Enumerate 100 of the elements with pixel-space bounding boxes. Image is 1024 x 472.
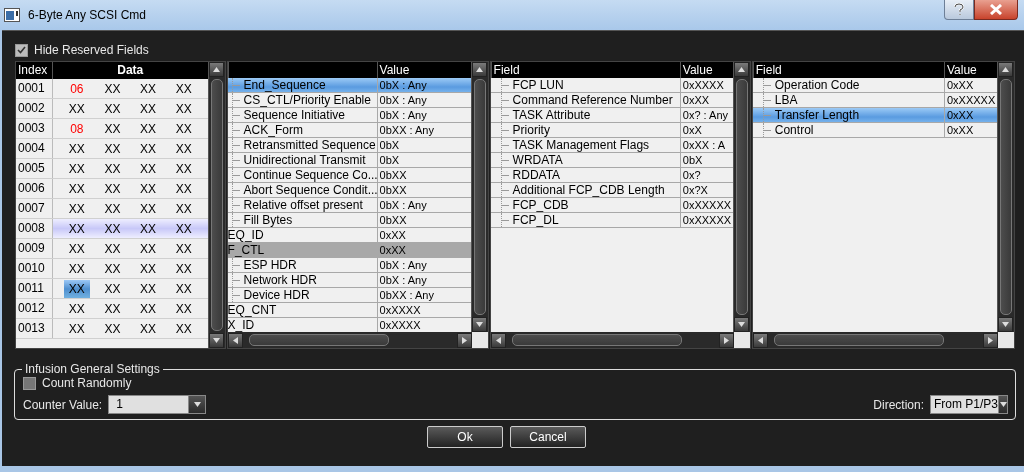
data-cell[interactable]: XX (99, 239, 126, 258)
tree-row[interactable]: Sequence Initiative 0bX : Any (227, 108, 471, 123)
data-cell[interactable]: XX (170, 99, 197, 118)
counter-value-combo[interactable]: 1 (108, 395, 207, 414)
tree-row[interactable]: FCP_DL 0xXXXXX (490, 213, 733, 228)
data-cell[interactable]: XX (99, 79, 126, 98)
tree-row[interactable]: Relative offset present 0bX : Any (227, 198, 471, 213)
help-button[interactable] (944, 0, 974, 20)
data-cell[interactable]: 08 (63, 119, 90, 138)
data-cell[interactable]: XX (170, 79, 197, 98)
tree-row[interactable]: WRDATA 0bX (490, 153, 733, 168)
tree-row[interactable]: Operation Code 0xXX (752, 78, 997, 93)
data-cell[interactable]: XX (170, 239, 197, 258)
ok-button[interactable]: Ok (427, 426, 503, 448)
tree-row[interactable]: Unidirectional Transmit 0bX (227, 153, 471, 168)
data-cell[interactable]: XX (135, 259, 162, 278)
horizontal-scrollbar[interactable] (752, 332, 998, 348)
data-cell[interactable]: XX (99, 139, 126, 158)
data-cell[interactable]: XX (135, 159, 162, 178)
data-cell[interactable]: XX (170, 219, 197, 238)
tree-row[interactable]: Abort Sequence Condit...0bXX (227, 183, 471, 198)
data-cell[interactable]: XX (99, 199, 126, 218)
cancel-button[interactable]: Cancel (510, 426, 586, 448)
direction-combo[interactable]: From P1/P3 (930, 395, 1008, 414)
tree-row[interactable]: EQ_CNT 0xXXXX (227, 303, 471, 318)
tree-row[interactable]: Device HDR 0bXX : Any (227, 288, 471, 303)
data-cell[interactable]: XX (135, 199, 162, 218)
data-cell[interactable]: XX (99, 259, 126, 278)
tree-row[interactable]: Additional FCP_CDB Length 0x?X (490, 183, 733, 198)
scroll-thumb[interactable] (210, 79, 223, 331)
data-cell[interactable]: XX (135, 239, 162, 258)
tree-row[interactable]: FCP LUN 0xXXXX (490, 78, 733, 93)
tree-row[interactable]: Retransmitted Sequence 0bX (227, 138, 471, 153)
data-cell[interactable]: XX (99, 299, 126, 318)
tree-row[interactable]: Continue Sequence Co...0bXX (227, 168, 471, 183)
horizontal-scrollbar[interactable] (490, 332, 734, 348)
tree-row[interactable]: ESP HDR 0bX : Any (227, 258, 471, 273)
data-cell[interactable]: XX (63, 199, 90, 218)
tree-row[interactable]: RDDATA 0x? (490, 168, 733, 183)
data-cell[interactable]: XX (99, 99, 126, 118)
tree-row[interactable]: Command Reference Number 0xXX (490, 93, 733, 108)
data-cell[interactable]: XX (135, 299, 162, 318)
data-cell[interactable]: XX (63, 139, 90, 158)
data-cell[interactable]: XX (63, 219, 90, 238)
data-cell[interactable]: XX (99, 279, 126, 298)
data-cell[interactable]: XX (170, 199, 197, 218)
tree-row[interactable]: FCP_CDB 0xXXXXX (490, 198, 733, 213)
tree-row[interactable]: Control 0xXX (752, 123, 997, 138)
data-cell[interactable]: XX (99, 179, 126, 198)
tree-row[interactable]: Fill Bytes 0bXX (227, 213, 471, 228)
hide-reserved-checkbox[interactable] (15, 43, 28, 57)
data-cell[interactable]: XX (170, 299, 197, 318)
data-cell[interactable]: XX (135, 99, 162, 118)
scroll-thumb[interactable] (1000, 79, 1012, 315)
data-cell[interactable]: XX (135, 139, 162, 158)
data-cell[interactable]: XX (99, 159, 126, 178)
close-button[interactable] (974, 0, 1018, 20)
tree-row[interactable]: Transfer Length 0xXX (752, 108, 997, 123)
tree-row[interactable]: End_Sequence 0bX : Any (227, 78, 471, 93)
tree-row[interactable]: TASK Attribute 0x? : Any (490, 108, 733, 123)
data-cell[interactable]: XX (63, 279, 90, 298)
data-cell[interactable]: XX (170, 319, 197, 338)
data-cell[interactable]: XX (135, 179, 162, 198)
tree-row[interactable]: ACK_Form 0bXX : Any (227, 123, 471, 138)
data-cell[interactable]: XX (135, 79, 162, 98)
tree-row[interactable]: CS_CTL/Priority Enable 0bX : Any (227, 93, 471, 108)
scroll-thumb[interactable] (735, 79, 748, 315)
data-cell[interactable]: XX (63, 239, 90, 258)
data-cell[interactable]: XX (63, 179, 90, 198)
data-cell[interactable]: XX (135, 279, 162, 298)
data-cell[interactable]: 06 (63, 79, 90, 98)
data-cell[interactable]: XX (170, 119, 197, 138)
scroll-thumb[interactable] (473, 79, 486, 315)
count-randomly-checkbox[interactable] (23, 376, 36, 390)
tree-row[interactable]: Network HDR 0bX : Any (227, 273, 471, 288)
data-cell[interactable]: XX (63, 299, 90, 318)
scroll-thumb[interactable] (248, 334, 389, 346)
data-cell[interactable]: XX (135, 319, 162, 338)
horizontal-scrollbar[interactable] (227, 332, 472, 348)
data-row-cells[interactable]: XX XX XX XX (53, 219, 208, 238)
data-cell[interactable]: XX (135, 219, 162, 238)
scroll-thumb[interactable] (773, 334, 944, 346)
data-cell[interactable]: XX (99, 119, 126, 138)
field-value: 0xXX (679, 93, 733, 108)
scroll-thumb[interactable] (511, 334, 682, 346)
data-cell[interactable]: XX (170, 139, 197, 158)
data-cell[interactable]: XX (170, 179, 197, 198)
data-cell[interactable]: XX (63, 159, 90, 178)
data-cell[interactable]: XX (170, 259, 197, 278)
tree-row[interactable]: TASK Management Flags 0xXX : A (490, 138, 733, 153)
tree-row[interactable]: Priority 0xX (490, 123, 733, 138)
data-cell[interactable]: XX (99, 219, 126, 238)
data-cell[interactable]: XX (99, 319, 126, 338)
data-cell[interactable]: XX (63, 319, 90, 338)
tree-row[interactable]: F_CTL 0xXX (227, 243, 471, 258)
data-cell[interactable]: XX (135, 119, 162, 138)
data-cell[interactable]: XX (63, 99, 90, 118)
data-cell[interactable]: XX (170, 159, 197, 178)
data-cell[interactable]: XX (170, 279, 197, 298)
data-cell[interactable]: XX (63, 259, 90, 278)
